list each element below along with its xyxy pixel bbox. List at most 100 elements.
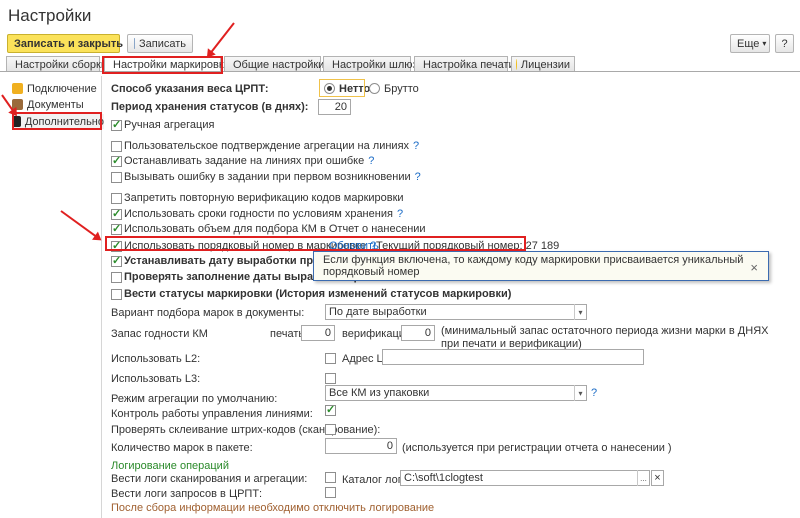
clear-button[interactable]: × xyxy=(651,470,664,486)
tab-general[interactable]: Общие настройки xyxy=(224,56,325,72)
tab-label: Настройка печати xyxy=(423,58,515,71)
stop-on-error-label: Останавливать задание на линиях при ошиб… xyxy=(124,155,365,167)
keep-statuses-label: Вести статусы маркировки (История измене… xyxy=(124,288,512,300)
stop-on-error-checkbox[interactable] xyxy=(111,154,122,167)
use-volume-checkbox[interactable] xyxy=(111,222,122,235)
use-volume-label: Использовать объем для подбора КМ в Отче… xyxy=(124,223,426,235)
sidebar-item-label: Подключение xyxy=(27,82,97,95)
tab-assembly[interactable]: Настройки сборки xyxy=(6,56,107,72)
tooltip-text: Если функция включена, то каждому коду м… xyxy=(323,254,744,278)
save-and-close-button[interactable]: Записать и закрыть xyxy=(7,34,124,53)
print-reserve-input[interactable]: 0 xyxy=(301,325,335,341)
raise-first-error-checkbox[interactable] xyxy=(111,172,122,183)
agg-mode-label: Режим агрегации по умолчанию: xyxy=(111,393,278,405)
selection-variant-value: По дате выработки xyxy=(329,306,427,318)
use-l2-checkbox[interactable] xyxy=(325,353,336,364)
tab-licenses[interactable]: Лицензии xyxy=(511,56,575,72)
user-confirm-checkbox[interactable] xyxy=(111,141,122,152)
close-icon: × xyxy=(654,472,661,484)
save-label: Записать xyxy=(138,37,186,50)
reserve-note: (минимальный запас остаточного периода ж… xyxy=(441,325,769,350)
chevron-down-icon[interactable]: ▾ xyxy=(574,304,586,320)
keep-statuses-checkbox[interactable] xyxy=(111,289,122,300)
save-button[interactable]: Записать xyxy=(127,34,193,53)
tab-print[interactable]: Настройка печати xyxy=(414,56,515,72)
log-scan-checkbox[interactable] xyxy=(325,472,336,483)
window-title: Настройки xyxy=(8,6,92,25)
browse-button[interactable]: ... xyxy=(637,470,649,486)
close-icon[interactable]: × xyxy=(750,260,758,275)
reserve-label: Запас годности КМ xyxy=(111,328,208,340)
forbid-reverify-checkbox[interactable] xyxy=(111,193,122,204)
use-l2-label: Использовать L2: xyxy=(111,353,201,365)
log-dir-input[interactable]: C:\soft\1clogtest xyxy=(400,470,650,486)
sidebar-item-label: Документы xyxy=(27,98,84,111)
stop-on-error-row: Останавливать задание на линиях при ошиб… xyxy=(124,155,374,167)
help-icon[interactable]: ? xyxy=(415,171,421,183)
agg-mode-value: Все КМ из упаковки xyxy=(329,387,430,399)
help-icon[interactable]: ? xyxy=(413,140,419,152)
raise-first-error-label: Вызывать ошибку в задании при первом воз… xyxy=(124,171,411,183)
check-barcode-glue-label: Проверять склеивание штрих-кодов (сканир… xyxy=(111,424,381,436)
tab-highlight-frame xyxy=(102,56,223,74)
tooltip: Если функция включена, то каждому коду м… xyxy=(313,251,769,281)
forbid-reverify-label: Запретить повторную верификацию кодов ма… xyxy=(124,192,404,204)
logging-note: После сбора информации необходимо отключ… xyxy=(111,502,435,514)
address-l2-input[interactable] xyxy=(382,349,644,365)
use-shelf-life-row: Использовать сроки годности по условиям … xyxy=(124,208,403,220)
tab-label: Настройки сборки xyxy=(15,58,107,71)
selection-variant-label: Вариант подбора марок в документы: xyxy=(111,307,305,319)
serial-row-highlight-frame xyxy=(105,236,526,251)
save-and-close-label: Записать и закрыть xyxy=(14,37,124,50)
marks-in-package-input[interactable]: 0 xyxy=(325,438,397,454)
manual-aggregation-label: Ручная агрегация xyxy=(124,119,215,131)
verify-reserve-input[interactable]: 0 xyxy=(401,325,435,341)
help-button[interactable]: ? xyxy=(775,34,794,53)
brutto-label: Брутто xyxy=(384,83,419,95)
more-label: Еще xyxy=(737,37,760,50)
set-prod-date-checkbox[interactable] xyxy=(111,254,122,267)
manual-aggregation-checkbox[interactable] xyxy=(111,118,122,131)
line-control-label: Контроль работы управления линиями: xyxy=(111,408,313,420)
tab-gateway[interactable]: Настройки шлюз xyxy=(323,56,418,72)
tab-label: Настройки шлюз xyxy=(332,58,418,71)
help-label: ? xyxy=(781,37,788,50)
help-icon[interactable]: ? xyxy=(397,208,403,220)
status-period-input[interactable]: 20 xyxy=(318,99,351,115)
use-l3-label: Использовать L3: xyxy=(111,373,201,385)
log-scan-label: Вести логи сканирования и агрегации: xyxy=(111,473,308,485)
license-icon xyxy=(516,59,517,70)
user-confirm-row: Пользовательское подтверждение агрегации… xyxy=(124,140,419,152)
chevron-down-icon: ▾ xyxy=(762,39,767,48)
tab-label: Общие настройки xyxy=(233,58,325,71)
check-prod-date-checkbox[interactable] xyxy=(111,272,122,283)
log-crpt-checkbox[interactable] xyxy=(325,487,336,498)
use-l3-checkbox[interactable] xyxy=(325,373,336,384)
logging-group-title: Логирование операций xyxy=(111,460,229,472)
chevron-down-icon[interactable]: ▾ xyxy=(574,385,586,401)
log-crpt-label: Вести логи запросов в ЦРПТ: xyxy=(111,488,263,500)
status-period-label: Период хранения статусов (в днях): xyxy=(111,101,309,113)
help-icon[interactable]: ? xyxy=(591,387,597,399)
left-panel: Подключение Документы Дополнительно xyxy=(8,76,104,518)
use-shelf-life-checkbox[interactable] xyxy=(111,207,122,220)
raise-first-error-row: Вызывать ошибку в задании при первом воз… xyxy=(124,171,421,183)
selection-variant-select[interactable]: По дате выработки xyxy=(325,304,587,320)
help-icon[interactable]: ? xyxy=(368,155,374,167)
warning-icon xyxy=(12,83,23,94)
weight-method-label: Способ указания веса ЦРПТ: xyxy=(111,83,269,95)
brutto-radio[interactable] xyxy=(369,83,380,94)
marks-in-package-label: Количество марок в пакете: xyxy=(111,442,253,454)
user-confirm-label: Пользовательское подтверждение агрегации… xyxy=(124,140,410,152)
tab-label: Лицензии xyxy=(520,58,570,71)
use-shelf-life-label: Использовать сроки годности по условиям … xyxy=(124,208,393,220)
arrow-to-tab-icon xyxy=(207,22,235,57)
sidebar-highlight-frame xyxy=(12,112,102,130)
agg-mode-select[interactable]: Все КМ из упаковки xyxy=(325,385,587,401)
line-control-checkbox[interactable] xyxy=(325,403,336,416)
check-barcode-glue-checkbox[interactable] xyxy=(325,424,336,435)
netto-focus-frame xyxy=(319,79,365,97)
sidebar-item-documents[interactable]: Документы xyxy=(12,97,104,112)
sidebar-item-connection[interactable]: Подключение xyxy=(12,81,104,96)
more-button[interactable]: Еще ▾ xyxy=(730,34,770,53)
